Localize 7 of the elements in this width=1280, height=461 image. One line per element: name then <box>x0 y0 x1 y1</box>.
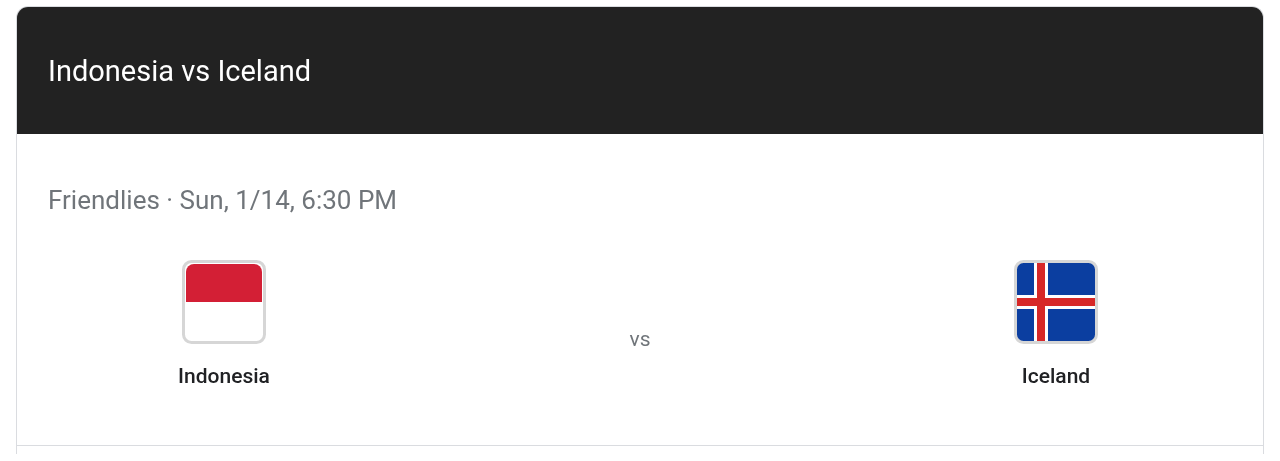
versus-label: vs <box>629 327 651 351</box>
team-name: Iceland <box>1021 364 1091 388</box>
match-info: Friendlies · Sun, 1/14, 6:30 PM <box>48 184 399 216</box>
team-name: Indonesia <box>178 364 270 388</box>
match-title: Indonesia vs Iceland <box>48 53 312 88</box>
flag-icon <box>1014 260 1098 344</box>
flag-icon <box>182 260 266 344</box>
